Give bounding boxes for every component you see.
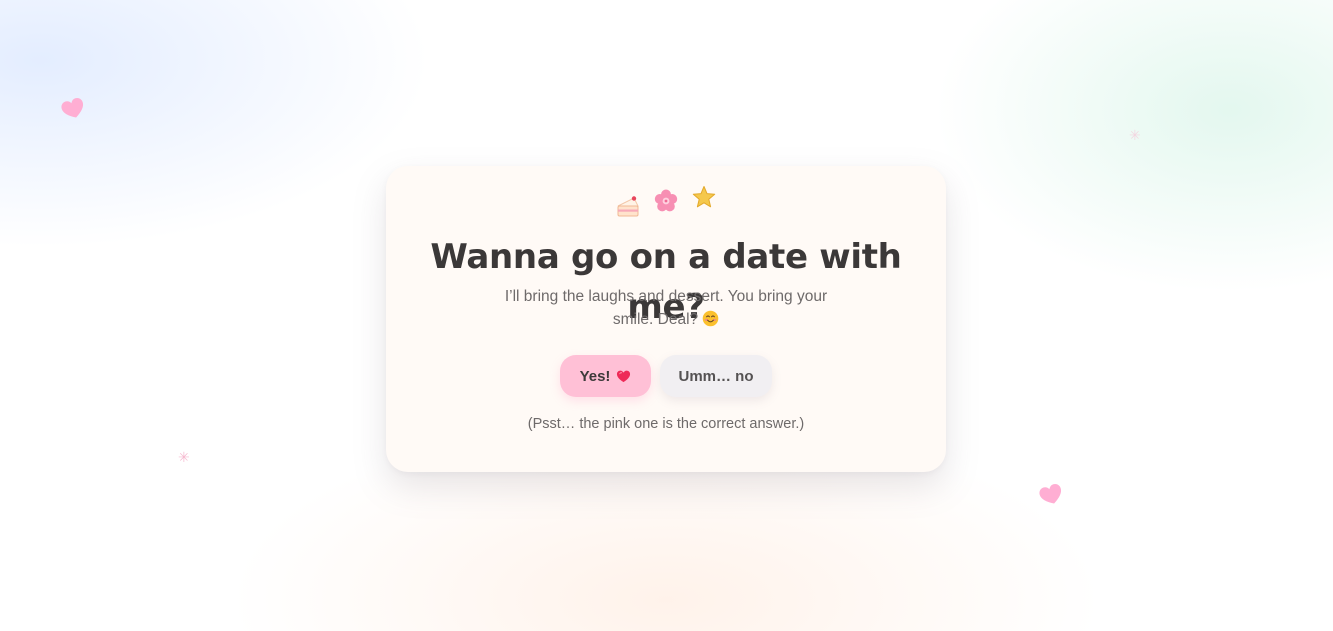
cherry-blossom-icon xyxy=(654,189,678,213)
smiling-face-icon xyxy=(702,310,719,327)
cake-icon xyxy=(616,194,640,218)
subtitle-label: I’ll bring the laughs and dessert. You b… xyxy=(504,288,828,328)
emoji-row xyxy=(386,186,946,218)
floating-heart-icon xyxy=(60,95,86,121)
date-invitation-card: Wanna go on a date with me? I’ll bring t… xyxy=(386,166,946,472)
sparkle-icon: ✳ xyxy=(1129,128,1141,144)
subtitle-text: I’ll bring the laughs and dessert. You b… xyxy=(486,285,846,331)
yes-button-label: Yes! xyxy=(579,367,611,385)
hint-text: (Psst… the pink one is the correct answe… xyxy=(527,416,805,432)
yes-button[interactable]: Yes! xyxy=(560,355,651,397)
heart-icon xyxy=(616,369,631,384)
no-button[interactable]: Umm… no xyxy=(660,355,772,397)
floating-heart-icon xyxy=(1038,481,1064,507)
sparkle-icon: ✳ xyxy=(178,450,190,466)
star-icon xyxy=(692,185,716,209)
no-button-label: Umm… no xyxy=(678,367,754,385)
